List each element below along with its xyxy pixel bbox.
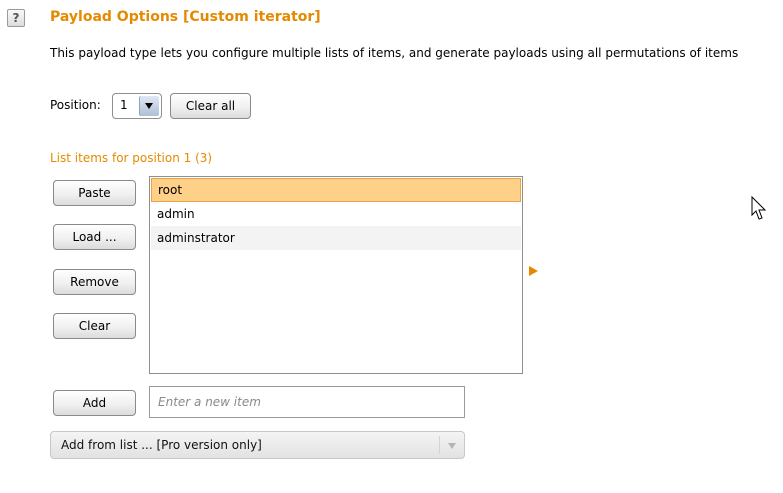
- clear-button[interactable]: Clear: [53, 313, 136, 339]
- position-select[interactable]: 1: [112, 93, 162, 119]
- remove-button[interactable]: Remove: [53, 269, 136, 295]
- section-title: Payload Options [Custom iterator]: [50, 9, 321, 25]
- new-item-input[interactable]: [149, 386, 465, 418]
- list-item[interactable]: adminstrator: [151, 226, 521, 250]
- chevron-down-icon[interactable]: [448, 443, 456, 449]
- clear-all-button[interactable]: Clear all: [170, 93, 251, 119]
- add-from-list-select[interactable]: Add from list ... [Pro version only]: [50, 431, 465, 459]
- paste-button[interactable]: Paste: [53, 180, 136, 206]
- select-divider: [439, 436, 440, 454]
- chevron-down-icon[interactable]: [139, 96, 159, 116]
- mouse-pointer-icon: [751, 196, 767, 220]
- list-items-box[interactable]: root admin adminstrator: [149, 176, 523, 374]
- position-label: Position:: [50, 98, 101, 112]
- load-button[interactable]: Load ...: [53, 224, 136, 250]
- section-description: This payload type lets you configure mul…: [50, 46, 739, 60]
- list-item[interactable]: root: [151, 178, 521, 202]
- add-from-list-value: Add from list ... [Pro version only]: [61, 438, 262, 452]
- list-items-header: List items for position 1 (3): [50, 151, 213, 165]
- position-select-value: 1: [120, 98, 128, 112]
- expand-right-icon[interactable]: [529, 266, 538, 276]
- help-icon[interactable]: ?: [7, 9, 25, 27]
- list-item[interactable]: admin: [151, 202, 521, 226]
- add-button[interactable]: Add: [53, 390, 136, 416]
- payload-options-panel: ? Payload Options [Custom iterator] This…: [0, 0, 783, 493]
